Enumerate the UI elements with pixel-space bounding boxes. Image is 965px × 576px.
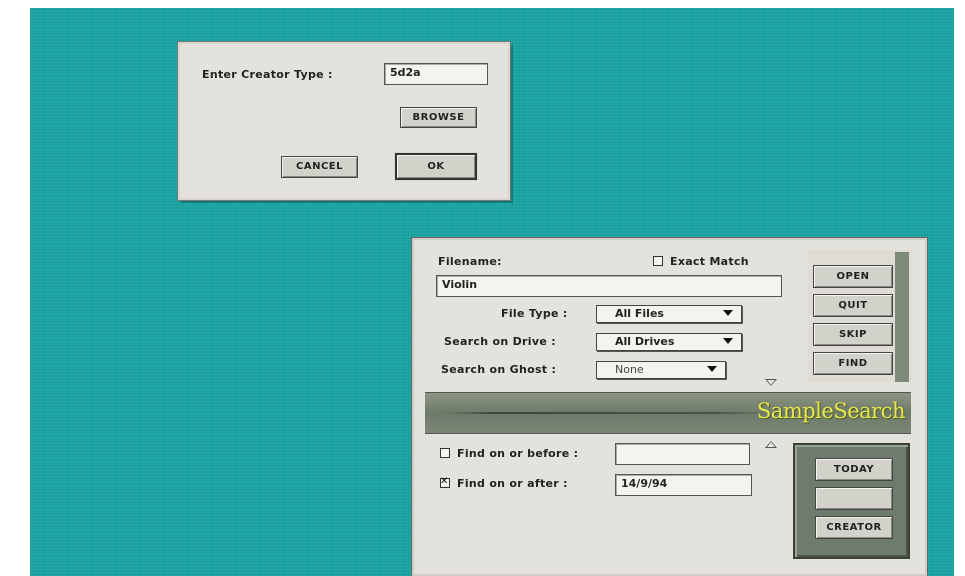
banner-divider	[445, 412, 765, 414]
creator-type-dialog: Enter Creator Type : 5d2a BROWSE CANCEL …	[178, 42, 510, 200]
collapse-arrow-icon[interactable]	[765, 379, 777, 386]
today-button[interactable]: TODAY	[815, 458, 893, 481]
ok-button[interactable]: OK	[395, 153, 477, 180]
search-ghost-select[interactable]: None	[596, 361, 726, 379]
expand-arrow-icon[interactable]	[765, 441, 777, 448]
search-ghost-value: None	[615, 363, 644, 376]
file-type-value: All Files	[615, 307, 664, 320]
chevron-down-icon	[707, 366, 717, 372]
search-drive-label: Search on Drive :	[444, 335, 556, 348]
exact-match-label: Exact Match	[670, 255, 749, 268]
chevron-down-icon	[723, 310, 733, 316]
find-before-date-input[interactable]	[615, 443, 750, 465]
open-button[interactable]: OPEN	[813, 265, 893, 288]
blank-button[interactable]	[815, 487, 893, 510]
search-ghost-label: Search on Ghost :	[441, 363, 557, 376]
quit-button[interactable]: QUIT	[813, 294, 893, 317]
find-before-checkbox[interactable]	[440, 448, 450, 458]
file-type-label: File Type :	[501, 307, 568, 320]
browse-button[interactable]: BROWSE	[400, 107, 477, 128]
app-title: SampleSearch	[756, 399, 906, 423]
skip-button[interactable]: SKIP	[813, 323, 893, 346]
file-type-select[interactable]: All Files	[596, 305, 742, 323]
check-x-icon: ✕	[440, 476, 449, 487]
find-button[interactable]: FIND	[813, 352, 893, 375]
search-drive-select[interactable]: All Drives	[596, 333, 742, 351]
chevron-down-icon	[723, 338, 733, 344]
creator-type-input[interactable]: 5d2a	[384, 63, 488, 85]
find-before-label: Find on or before :	[457, 447, 579, 460]
filename-label: Filename:	[438, 255, 502, 268]
filename-input[interactable]: Violin	[436, 275, 782, 297]
app-banner: SampleSearch	[425, 392, 911, 434]
exact-match-checkbox[interactable]	[653, 256, 663, 266]
panel-scroll-strip[interactable]	[895, 252, 909, 382]
creator-type-label: Enter Creator Type :	[202, 68, 333, 81]
find-after-checkbox[interactable]: ✕	[440, 476, 450, 488]
find-after-date-input[interactable]: 14/9/94	[615, 474, 752, 496]
search-drive-value: All Drives	[615, 335, 675, 348]
cancel-button[interactable]: CANCEL	[281, 156, 358, 178]
find-after-label: Find on or after :	[457, 477, 568, 490]
creator-button[interactable]: CREATOR	[815, 516, 893, 539]
